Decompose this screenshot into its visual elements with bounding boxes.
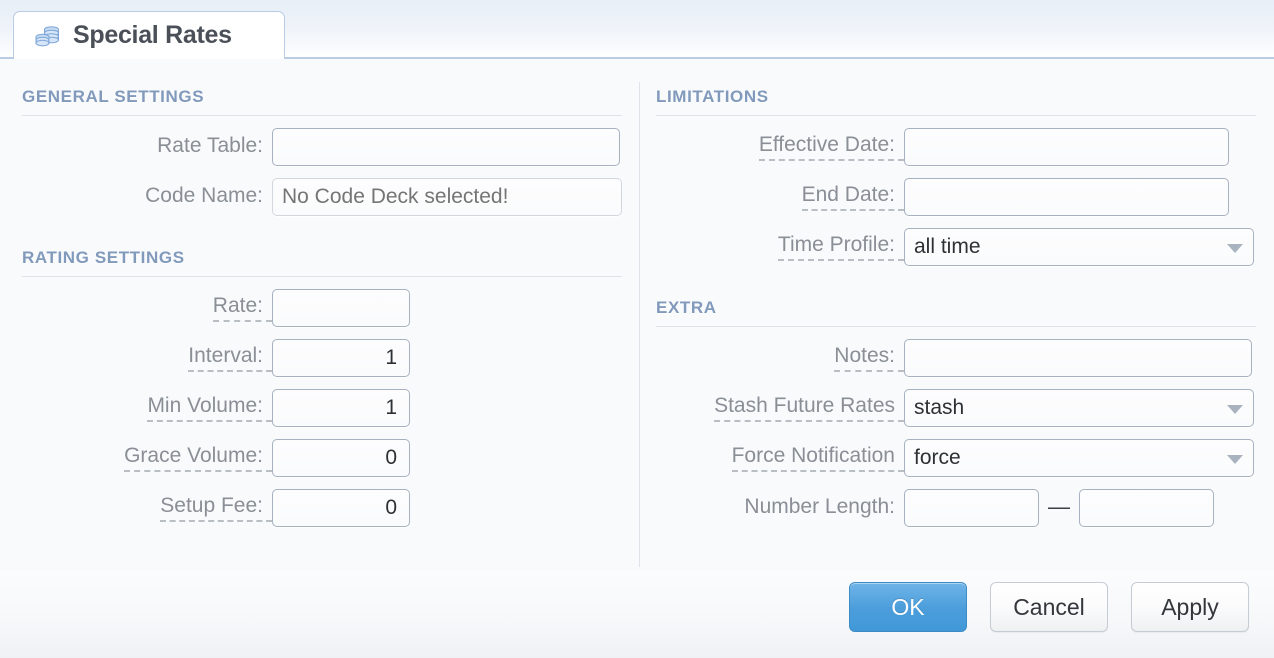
section-rule-general xyxy=(22,115,622,116)
label-wrap-end-date: End Date: xyxy=(656,183,904,211)
label-wrap-time-profile: Time Profile: xyxy=(656,233,904,261)
label-wrap-rate-table: Rate Table: xyxy=(22,134,272,159)
time-profile-value: all time xyxy=(914,235,981,258)
dialog-footer: OK Cancel Apply xyxy=(0,571,1274,658)
label-wrap-setup-fee: Setup Fee: xyxy=(22,494,272,522)
chevron-down-icon xyxy=(1227,244,1243,253)
field-row-grace-volume: Grace Volume: xyxy=(22,433,622,483)
coin-stack-icon xyxy=(34,24,62,50)
force-notification-value: force xyxy=(914,446,961,469)
section-heading-limitations: LIMITATIONS xyxy=(656,87,769,106)
label-rate-table: Rate Table: xyxy=(157,134,263,158)
field-row-number-length: Number Length: — xyxy=(656,483,1256,533)
label-wrap-number-length: Number Length: xyxy=(656,495,904,520)
label-force-notification: Force Notification xyxy=(731,444,904,472)
stash-future-rates-value: stash xyxy=(914,396,965,419)
interval-input[interactable] xyxy=(272,339,410,377)
cancel-button[interactable]: Cancel xyxy=(990,582,1108,632)
label-min-volume: Min Volume: xyxy=(147,394,272,422)
section-rule-extra xyxy=(656,326,1256,327)
field-row-rate-table: Rate Table: xyxy=(22,122,622,172)
label-wrap-rate: Rate: xyxy=(22,294,272,322)
code-name-input[interactable] xyxy=(272,178,622,216)
tab-bar: Special Rates xyxy=(0,0,1274,59)
force-notification-select[interactable]: force xyxy=(904,439,1254,477)
label-stash-future-rates: Stash Future Rates xyxy=(714,394,904,422)
label-code-name: Code Name: xyxy=(145,184,263,208)
field-row-notes: Notes: xyxy=(656,333,1256,383)
effective-date-input[interactable] xyxy=(904,128,1229,166)
form-content: GENERAL SETTINGS Rate Table: Code Name: … xyxy=(0,61,1274,571)
label-wrap-grace-volume: Grace Volume: xyxy=(22,444,272,472)
label-grace-volume: Grace Volume: xyxy=(124,444,272,472)
end-date-input[interactable] xyxy=(904,178,1229,216)
section-heading-general: GENERAL SETTINGS xyxy=(22,87,205,106)
apply-button[interactable]: Apply xyxy=(1131,582,1249,632)
label-end-date: End Date: xyxy=(801,183,904,211)
section-heading-rating: RATING SETTINGS xyxy=(22,248,185,267)
field-row-effective-date: Effective Date: xyxy=(656,122,1256,172)
label-wrap-min-volume: Min Volume: xyxy=(22,394,272,422)
right-column: LIMITATIONS Effective Date: End Date: Ti… xyxy=(656,61,1256,533)
number-length-separator: — xyxy=(1048,494,1070,519)
section-heading-extra: EXTRA xyxy=(656,298,717,317)
field-row-end-date: End Date: xyxy=(656,172,1256,222)
label-wrap-code-name: Code Name: xyxy=(22,184,272,209)
label-interval: Interval: xyxy=(188,344,272,372)
field-row-force-notification: Force Notification force xyxy=(656,433,1256,483)
field-row-interval: Interval: xyxy=(22,333,622,383)
label-wrap-stash-future-rates: Stash Future Rates xyxy=(656,394,904,422)
rate-input[interactable] xyxy=(272,289,410,327)
left-column: GENERAL SETTINGS Rate Table: Code Name: … xyxy=(22,61,622,533)
field-row-setup-fee: Setup Fee: xyxy=(22,483,622,533)
ok-button[interactable]: OK xyxy=(849,582,967,632)
label-notes: Notes: xyxy=(834,344,904,372)
label-time-profile: Time Profile: xyxy=(777,233,904,261)
chevron-down-icon xyxy=(1227,405,1243,414)
label-effective-date: Effective Date: xyxy=(758,133,904,161)
stash-future-rates-select[interactable]: stash xyxy=(904,389,1254,427)
label-setup-fee: Setup Fee: xyxy=(160,494,272,522)
number-length-max-input[interactable] xyxy=(1079,489,1214,527)
section-rule-rating xyxy=(22,276,622,277)
label-number-length: Number Length: xyxy=(744,495,895,519)
time-profile-select[interactable]: all time xyxy=(904,228,1254,266)
label-wrap-force-notification: Force Notification xyxy=(656,444,904,472)
tab-label: Special Rates xyxy=(73,21,232,49)
field-row-min-volume: Min Volume: xyxy=(22,383,622,433)
grace-volume-input[interactable] xyxy=(272,439,410,477)
column-divider xyxy=(639,82,640,567)
field-row-code-name: Code Name: xyxy=(22,172,622,222)
label-wrap-notes: Notes: xyxy=(656,344,904,372)
rate-table-input[interactable] xyxy=(272,128,620,166)
field-row-stash-future-rates: Stash Future Rates stash xyxy=(656,383,1256,433)
min-volume-input[interactable] xyxy=(272,389,410,427)
label-wrap-interval: Interval: xyxy=(22,344,272,372)
notes-input[interactable] xyxy=(904,339,1252,377)
section-rule-limitations xyxy=(656,115,1256,116)
label-wrap-effective-date: Effective Date: xyxy=(656,133,904,161)
number-length-min-input[interactable] xyxy=(904,489,1039,527)
chevron-down-icon xyxy=(1227,455,1243,464)
setup-fee-input[interactable] xyxy=(272,489,410,527)
field-row-time-profile: Time Profile: all time xyxy=(656,222,1256,272)
label-rate: Rate: xyxy=(212,294,272,322)
tab-special-rates[interactable]: Special Rates xyxy=(13,11,285,59)
field-row-rate: Rate: xyxy=(22,283,622,333)
